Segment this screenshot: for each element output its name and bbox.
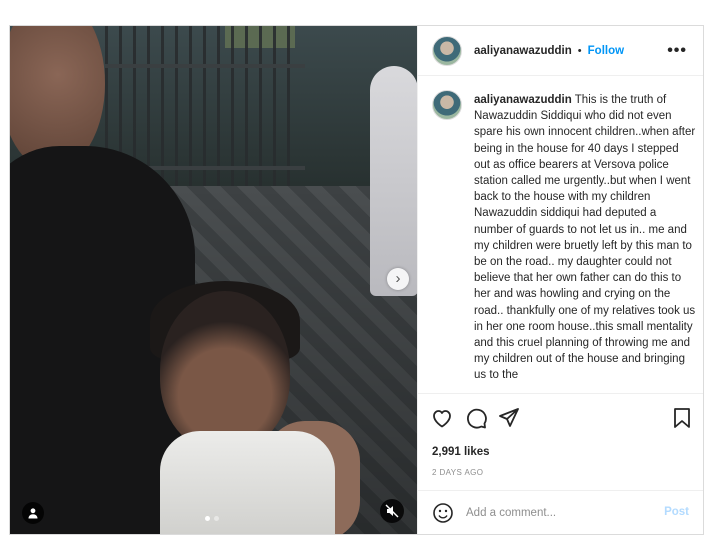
more-options-button[interactable]: ••• bbox=[667, 42, 687, 60]
bookmark-icon[interactable] bbox=[671, 406, 693, 430]
emoji-icon[interactable] bbox=[432, 502, 454, 524]
comment-icon[interactable] bbox=[464, 406, 488, 430]
post-dialog: › aaliyanawazuddin • Follow ••• aaliyana… bbox=[9, 25, 704, 535]
caption-section: aaliyanawazuddin This is the truth of Na… bbox=[418, 77, 703, 393]
comment-bar: Post bbox=[418, 490, 703, 534]
tag-user-icon bbox=[28, 508, 38, 519]
video-frame bbox=[10, 26, 417, 534]
carousel-dot-active bbox=[205, 516, 210, 521]
mute-button[interactable] bbox=[380, 499, 404, 523]
post-side-panel: aaliyanawazuddin • Follow ••• aaliyanawa… bbox=[417, 26, 703, 534]
caption-text: aaliyanawazuddin This is the truth of Na… bbox=[474, 92, 696, 384]
carousel-dot bbox=[214, 516, 219, 521]
likes-count[interactable]: 2,991 likes bbox=[432, 446, 490, 458]
carousel-indicator bbox=[205, 516, 219, 521]
header-separator: • bbox=[577, 44, 582, 57]
mute-icon bbox=[385, 504, 399, 518]
post-comment-button[interactable]: Post bbox=[664, 506, 689, 518]
username-link[interactable]: aaliyanawazuddin bbox=[474, 45, 572, 57]
caption-body: This is the truth of Nawazuddin Siddiqui… bbox=[474, 94, 696, 382]
follow-button[interactable]: Follow bbox=[588, 45, 624, 57]
post-media[interactable]: › bbox=[10, 26, 417, 534]
caption-username[interactable]: aaliyanawazuddin bbox=[474, 94, 572, 106]
share-icon[interactable] bbox=[497, 406, 521, 430]
comment-input[interactable] bbox=[466, 506, 656, 519]
chevron-right-icon: › bbox=[395, 270, 401, 287]
post-date[interactable]: 2 DAYS AGO bbox=[432, 468, 483, 477]
post-header: aaliyanawazuddin • Follow ••• bbox=[418, 26, 703, 76]
heart-icon[interactable] bbox=[430, 406, 454, 430]
tagged-users-button[interactable] bbox=[22, 502, 44, 524]
avatar[interactable] bbox=[432, 35, 462, 66]
caption-avatar[interactable] bbox=[432, 90, 462, 120]
carousel-next-button[interactable]: › bbox=[387, 268, 409, 290]
